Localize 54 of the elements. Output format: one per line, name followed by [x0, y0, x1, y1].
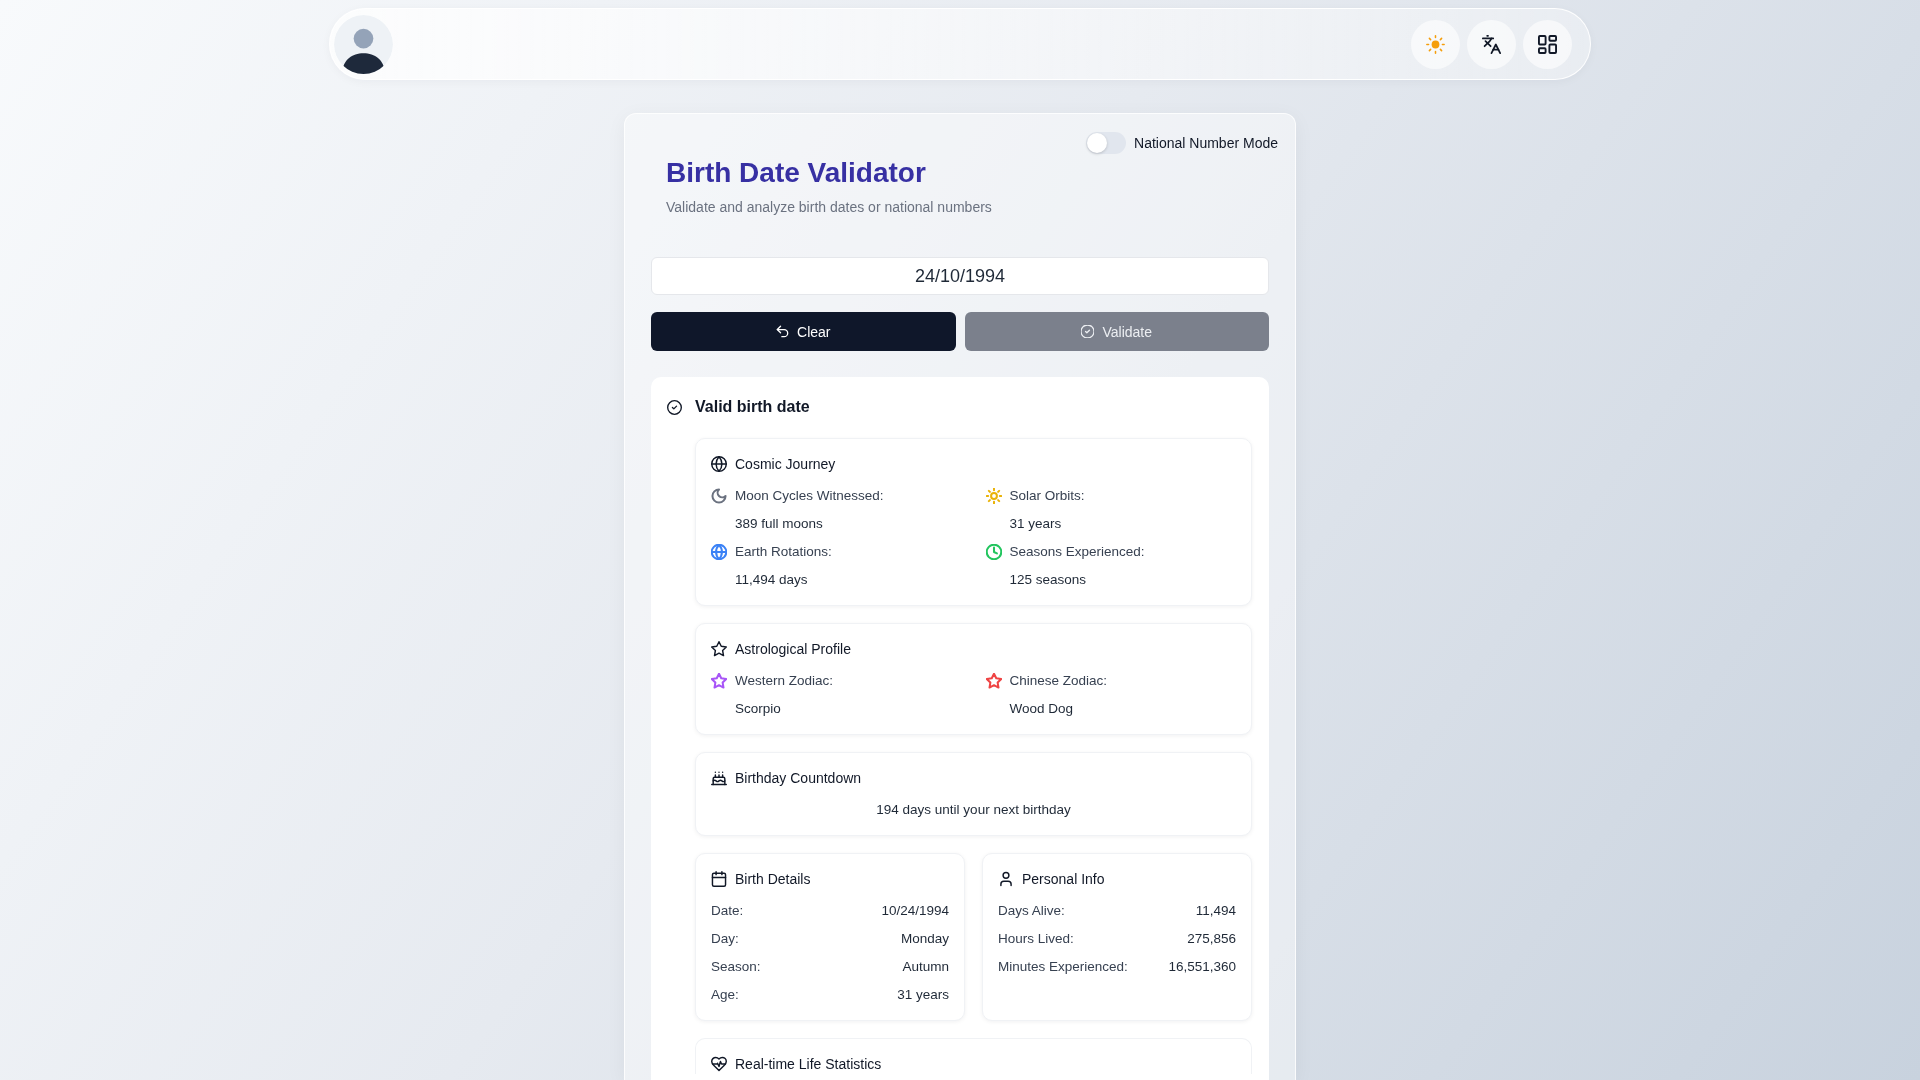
- section-title: Cosmic Journey: [735, 455, 836, 474]
- section-title: Real-time Life Statistics: [735, 1055, 882, 1074]
- countdown-text: 194 days until your next birthday: [875, 801, 1072, 819]
- star-icon: [711, 641, 727, 657]
- undo-arrow-icon: [776, 325, 789, 338]
- result-heading: Valid birth date: [695, 397, 810, 417]
- stat-label: Moon Cycles Witnessed:: [735, 487, 884, 505]
- detail-value: 16,551,360: [1168, 958, 1236, 976]
- heart-pulse-icon: [711, 1056, 727, 1072]
- stat-label: Western Zodiac:: [735, 672, 834, 690]
- page-subtitle: Validate and analyze birth dates or national numbers: [666, 198, 992, 217]
- calendar-icon: [711, 871, 727, 887]
- detail-value: 31 years: [897, 986, 949, 1004]
- stat-value: 389 full moons: [735, 515, 823, 533]
- detail-value: 11,494: [1195, 902, 1236, 920]
- sun-icon: [1426, 34, 1445, 54]
- avatar-icon: [334, 14, 393, 74]
- detail-label: Age:: [711, 986, 739, 1004]
- grid-icon: [1538, 34, 1557, 54]
- globe-icon: [711, 456, 727, 472]
- stat-value: 31 years: [1009, 515, 1062, 533]
- stat-value: 11,494 days: [735, 571, 808, 589]
- stat-value: Wood Dog: [1009, 700, 1074, 718]
- stat-value: Scorpio: [735, 700, 781, 718]
- section-title: Personal Info: [1022, 870, 1105, 889]
- detail-label: Day:: [711, 930, 739, 948]
- apps-button[interactable]: [1523, 19, 1572, 69]
- section-title: Birthday Countdown: [735, 769, 862, 788]
- detail-value: Monday: [900, 930, 949, 948]
- mode-label[interactable]: National Number Mode: [1134, 133, 1278, 153]
- stat-label: Seasons Experienced:: [1009, 543, 1145, 561]
- date-input[interactable]: 24/10/1994: [651, 257, 1269, 295]
- detail-label: Hours Lived:: [998, 930, 1074, 948]
- mode-switch[interactable]: [1086, 132, 1127, 154]
- stat-label: Chinese Zodiac:: [1009, 672, 1108, 690]
- detail-value: Autumn: [902, 958, 949, 976]
- cake-icon: [711, 770, 727, 786]
- page-title: Birth Date Validator: [666, 156, 926, 190]
- detail-label: Date:: [711, 902, 744, 920]
- section-title: Astrological Profile: [735, 640, 851, 659]
- detail-label: Season:: [711, 958, 761, 976]
- person-icon: [998, 871, 1014, 887]
- detail-label: Days Alive:: [998, 902, 1065, 920]
- translate-icon: [1482, 34, 1501, 54]
- clear-button[interactable]: Clear: [651, 312, 956, 351]
- stat-value: 125 seasons: [1009, 571, 1087, 589]
- section-title: Birth Details: [735, 870, 811, 889]
- detail-label: Minutes Experienced:: [998, 958, 1128, 976]
- stat-label: Solar Orbits:: [1009, 487, 1085, 505]
- detail-value: 275,856: [1187, 930, 1236, 948]
- stat-label: Earth Rotations:: [735, 543, 832, 561]
- check-circle-icon: [667, 399, 682, 415]
- language-button[interactable]: [1467, 19, 1516, 69]
- detail-value: 10/24/1994: [881, 902, 949, 920]
